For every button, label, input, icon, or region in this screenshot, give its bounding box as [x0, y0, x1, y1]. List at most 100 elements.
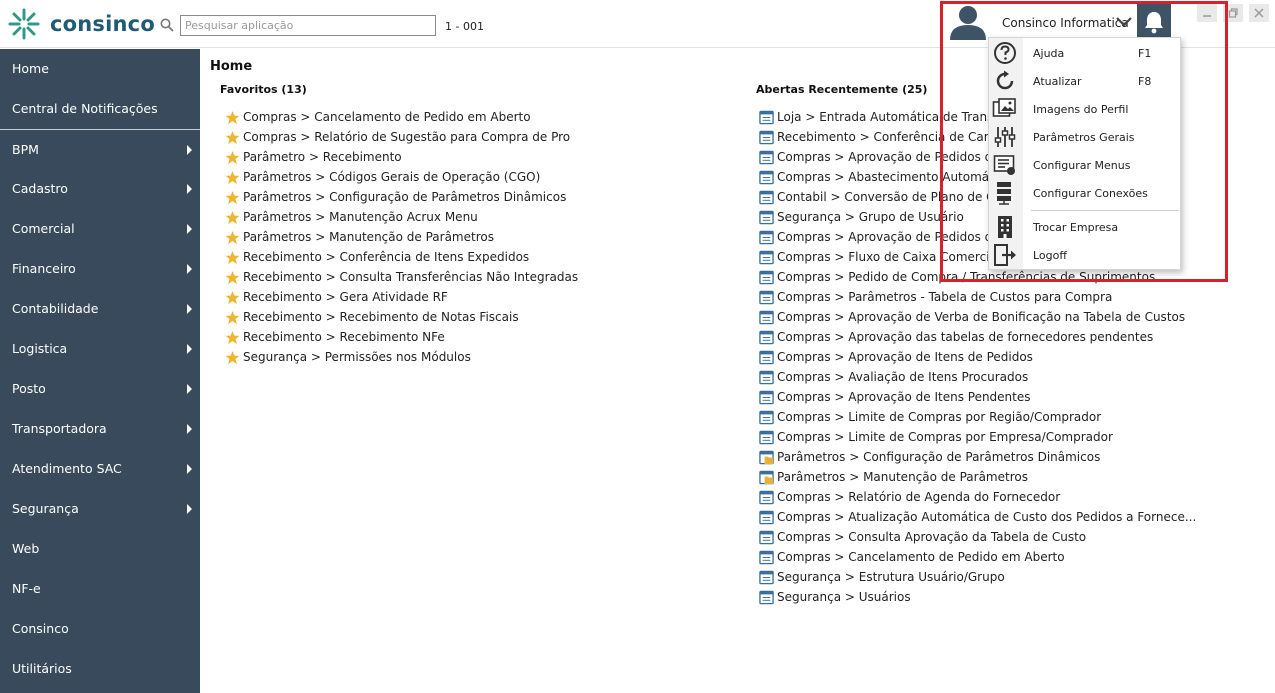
sidebar-item-web[interactable]: Web [0, 529, 200, 569]
recent-item-label: Compras > Aprovação das tabelas de forne… [777, 330, 1154, 344]
sidebar-item-seguran-a[interactable]: Segurança [0, 489, 200, 529]
recent-item[interactable]: Compras > Cancelamento de Pedido em Aber… [758, 547, 1196, 567]
chevron-down-icon[interactable] [1116, 14, 1132, 33]
favorite-item-label: Recebimento > Conferência de Itens Exped… [243, 250, 530, 264]
window-icon [758, 529, 774, 545]
menu-item-trocar-empresa[interactable]: Trocar Empresa [989, 213, 1182, 241]
recent-item-label: Compras > Cancelamento de Pedido em Aber… [777, 550, 1065, 564]
recent-item[interactable]: Compras > Relatório de Agenda do Fornece… [758, 487, 1196, 507]
recent-item[interactable]: Compras > Limite de Compras por Região/C… [758, 407, 1196, 427]
favorite-item[interactable]: Parâmetros > Códigos Gerais de Operação … [224, 167, 578, 187]
user-name[interactable]: Consinco Informatica [1002, 16, 1129, 30]
window-icon [758, 249, 774, 265]
chevron-right-icon [187, 145, 192, 155]
recent-item[interactable]: Compras > Aprovação das tabelas de forne… [758, 327, 1196, 347]
recent-item-label: Compras > Aprovação de Pedidos de Tr [777, 150, 1014, 164]
window-icon [758, 229, 774, 245]
sidebar-item-contabilidade[interactable]: Contabilidade [0, 289, 200, 329]
sidebar-item-logistica[interactable]: Logistica [0, 329, 200, 369]
favorites-list: Compras > Cancelamento de Pedido em Aber… [224, 107, 578, 367]
sidebar-item-financeiro[interactable]: Financeiro [0, 249, 200, 289]
favorite-item[interactable]: Parâmetros > Manutenção Acrux Menu [224, 207, 578, 227]
sidebar-item-atendimento-sac[interactable]: Atendimento SAC [0, 449, 200, 489]
sidebar-item-home[interactable]: Home [0, 49, 200, 89]
recent-item[interactable]: Parâmetros > Configuração de Parâmetros … [758, 447, 1196, 467]
window-icon [758, 489, 774, 505]
favorite-item[interactable]: Recebimento > Recebimento de Notas Fisca… [224, 307, 578, 327]
search-icon[interactable] [160, 17, 174, 36]
logo[interactable]: consinco [6, 6, 155, 42]
restore-button[interactable] [1223, 4, 1243, 22]
menu-item-logoff[interactable]: Logoff [989, 241, 1182, 269]
favorites-title: Favoritos (13) [220, 83, 307, 96]
sidebar-item-transportadora[interactable]: Transportadora [0, 409, 200, 449]
recent-item[interactable]: Compras > Consulta Aprovação da Tabela d… [758, 527, 1196, 547]
sidebar-item-cadastro[interactable]: Cadastro [0, 169, 200, 209]
sidebar-item-central-de-notifica-es[interactable]: Central de Notificações [0, 89, 200, 129]
search-input[interactable] [180, 15, 436, 36]
recent-item-label: Contabil > Conversão de Plano de Cont [777, 190, 1015, 204]
window-icon [758, 429, 774, 445]
window-icon [758, 169, 774, 185]
favorite-item[interactable]: Recebimento > Gera Atividade RF [224, 287, 578, 307]
sidebar-item-label: Atendimento SAC [12, 461, 122, 476]
recent-item-label: Compras > Aprovação de Pedidos de Co [777, 230, 1020, 244]
favorite-item[interactable]: Recebimento > Conferência de Itens Exped… [224, 247, 578, 267]
user-avatar-icon[interactable] [946, 4, 990, 44]
menu-item-label: Configurar Conexões [1033, 187, 1148, 200]
recent-item[interactable]: Compras > Aprovação de Verba de Bonifica… [758, 307, 1196, 327]
recent-item[interactable]: Compras > Aprovação de Itens de Pedidos [758, 347, 1196, 367]
recent-item-label: Compras > Aprovação de Verba de Bonifica… [777, 310, 1186, 324]
favorite-item[interactable]: Recebimento > Consulta Transferências Nã… [224, 267, 578, 287]
menu-item-configurar-conex-es[interactable]: Configurar Conexões [989, 179, 1182, 207]
recent-item[interactable]: Compras > Aprovação de Itens Pendentes [758, 387, 1196, 407]
recent-item-label: Compras > Aprovação de Itens Pendentes [777, 390, 1031, 404]
favorite-item-label: Segurança > Permissões nos Módulos [243, 350, 471, 364]
sidebar-item-bpm[interactable]: BPM [0, 129, 200, 169]
sidebar-item-posto[interactable]: Posto [0, 369, 200, 409]
sidebar-item-label: Home [12, 61, 49, 76]
recent-item[interactable]: Compras > Avaliação de Itens Procurados [758, 367, 1196, 387]
star-icon [224, 149, 240, 165]
menu-item-label: Logoff [1033, 249, 1067, 262]
window-icon [758, 269, 774, 285]
recent-item[interactable]: Compras > Parâmetros - Tabela de Custos … [758, 287, 1196, 307]
sidebar-item-comercial[interactable]: Comercial [0, 209, 200, 249]
favorite-item[interactable]: Parâmetro > Recebimento [224, 147, 578, 167]
menu-separator [1031, 210, 1179, 211]
recent-item[interactable]: Compras > Limite de Compras por Empresa/… [758, 427, 1196, 447]
sidebar-item-utilit-rios[interactable]: Utilitários [0, 649, 200, 689]
sidebar-item-label: Logistica [12, 341, 68, 356]
chevron-right-icon [187, 424, 192, 434]
sidebar-item-label: NF-e [12, 581, 41, 596]
sidebar-item-label: Comercial [12, 221, 75, 236]
sidebar-item-consinco[interactable]: Consinco [0, 609, 200, 649]
favorite-item[interactable]: Segurança > Permissões nos Módulos [224, 347, 578, 367]
menu-item-configurar-menus[interactable]: Configurar Menus [989, 151, 1182, 179]
sidebar-item-nf-e[interactable]: NF-e [0, 569, 200, 609]
favorite-item[interactable]: Parâmetros > Manutenção de Parâmetros [224, 227, 578, 247]
recent-item[interactable]: Compras > Pedido de Compra / Transferênc… [758, 267, 1196, 287]
minimize-button[interactable] [1197, 4, 1217, 22]
star-icon [224, 229, 240, 245]
star-icon [224, 109, 240, 125]
recent-item[interactable]: Parâmetros > Manutenção de Parâmetros [758, 467, 1196, 487]
menu-item-ajuda[interactable]: Ajuda F1 [989, 39, 1182, 67]
menu-item-imagens-do-perfil[interactable]: Imagens do Perfil [989, 95, 1182, 123]
favorite-item[interactable]: Compras > Relatório de Sugestão para Com… [224, 127, 578, 147]
favorite-item[interactable]: Parâmetros > Configuração de Parâmetros … [224, 187, 578, 207]
favorite-item-label: Compras > Cancelamento de Pedido em Aber… [243, 110, 531, 124]
recent-item[interactable]: Compras > Atualização Automática de Cust… [758, 507, 1196, 527]
window-icon [758, 329, 774, 345]
window-icon [758, 349, 774, 365]
notifications-button[interactable] [1137, 4, 1171, 40]
window-icon [758, 149, 774, 165]
window-icon [758, 209, 774, 225]
close-button[interactable] [1249, 4, 1269, 22]
menu-item-atualizar[interactable]: Atualizar F8 [989, 67, 1182, 95]
menu-item-par-metros-gerais[interactable]: Parâmetros Gerais [989, 123, 1182, 151]
recent-item[interactable]: Segurança > Usuários [758, 587, 1196, 607]
favorite-item[interactable]: Compras > Cancelamento de Pedido em Aber… [224, 107, 578, 127]
recent-item[interactable]: Segurança > Estrutura Usuário/Grupo [758, 567, 1196, 587]
favorite-item[interactable]: Recebimento > Recebimento NFe [224, 327, 578, 347]
